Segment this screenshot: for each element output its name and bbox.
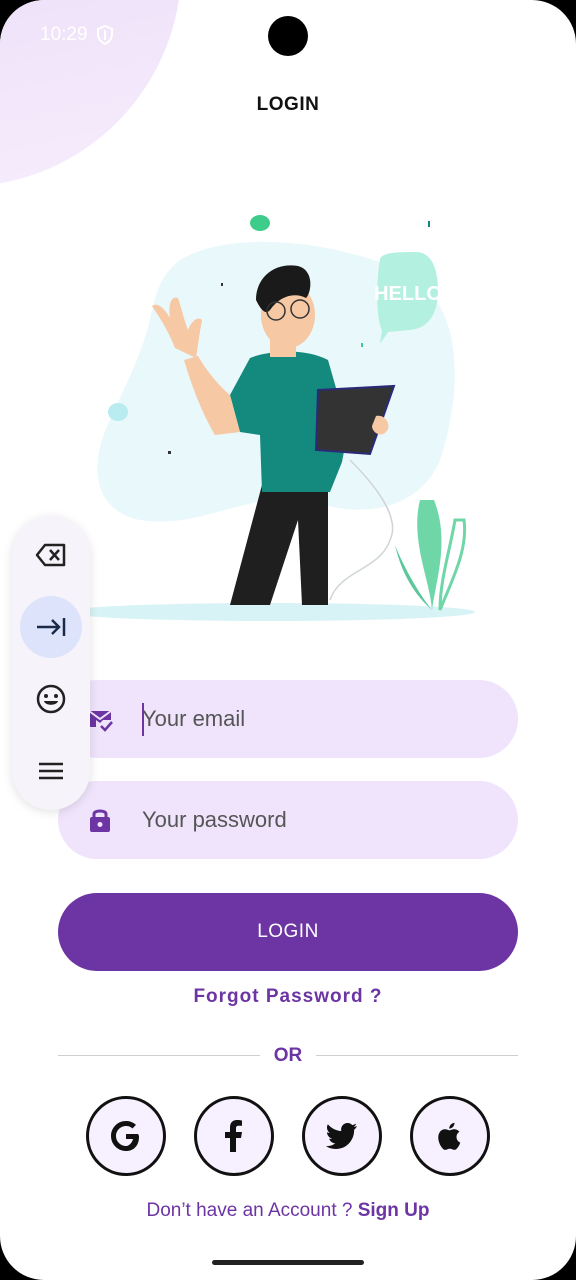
google-signin-button[interactable] <box>86 1096 166 1176</box>
divider-right <box>316 1055 518 1056</box>
twitter-icon <box>325 1123 357 1149</box>
page-title: LOGIN <box>256 94 320 115</box>
emoji-button[interactable] <box>20 668 82 730</box>
app-screen: 10:29 LOGIN HELLO Your email LOGIN Forgo… <box>0 0 576 1280</box>
backspace-button[interactable] <box>20 524 82 586</box>
home-indicator[interactable] <box>212 1260 364 1265</box>
menu-button[interactable] <box>20 740 82 802</box>
bubble-text: HELLO <box>374 283 442 305</box>
password-input[interactable] <box>142 800 488 840</box>
signup-link[interactable]: Sign Up <box>358 1200 430 1221</box>
twitter-signin-button[interactable] <box>302 1096 382 1176</box>
menu-icon <box>39 762 63 780</box>
camera-cutout <box>268 16 308 56</box>
shield-icon <box>96 25 113 45</box>
forgot-password-link[interactable]: Forgot Password ? <box>0 986 576 1008</box>
backspace-icon <box>35 543 66 567</box>
tab-button[interactable] <box>20 596 82 658</box>
divider-left <box>58 1055 260 1056</box>
google-icon <box>111 1121 139 1151</box>
email-field-container <box>58 680 518 758</box>
lock-icon <box>90 809 110 832</box>
facebook-signin-button[interactable] <box>194 1096 274 1176</box>
status-time: 10:29 <box>40 24 88 45</box>
text-caret <box>142 703 144 736</box>
signup-prompt: Don’t have an Account ? <box>146 1200 358 1221</box>
apple-signin-button[interactable] <box>410 1096 490 1176</box>
mail-check-icon <box>88 710 113 732</box>
emoji-icon <box>36 684 66 714</box>
facebook-icon <box>225 1120 242 1152</box>
password-field-container <box>58 781 518 859</box>
tab-icon <box>37 618 66 636</box>
floating-keyboard-toolbar <box>12 516 90 810</box>
hello-illustration: HELLO <box>80 215 475 621</box>
apple-icon <box>438 1122 461 1150</box>
login-button[interactable]: LOGIN <box>58 893 518 971</box>
email-input[interactable] <box>142 699 488 739</box>
signup-row: Don’t have an Account ? Sign Up <box>0 1200 576 1222</box>
or-divider-label: OR <box>273 1045 303 1066</box>
status-bar: 10:29 <box>40 24 114 46</box>
